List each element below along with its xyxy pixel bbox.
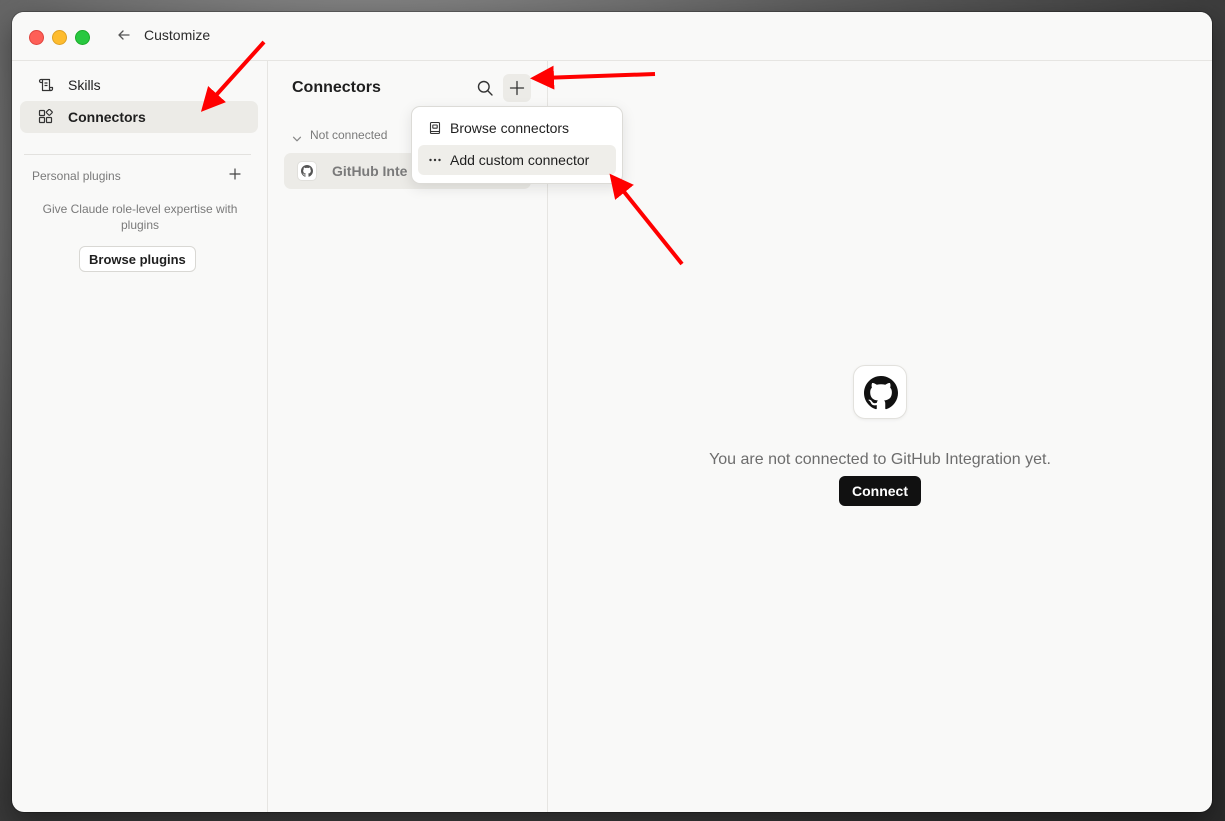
app-window: Customize Skills Connectors Personal plu… <box>12 12 1212 812</box>
sidebar-item-skills[interactable]: Skills <box>20 69 258 101</box>
section-label: Not connected <box>310 128 388 142</box>
github-logo-tile <box>853 365 907 419</box>
github-icon <box>297 161 317 181</box>
minimize-window-button[interactable] <box>52 30 67 45</box>
zoom-window-button[interactable] <box>75 30 90 45</box>
sidebar: Skills Connectors Personal plugins Give … <box>12 61 268 812</box>
connector-name: GitHub Inte <box>332 163 408 179</box>
plus-icon <box>509 80 525 96</box>
add-plugin-plus-icon[interactable] <box>228 167 242 181</box>
personal-plugins-header: Personal plugins <box>32 169 121 183</box>
add-connector-button[interactable] <box>503 74 531 102</box>
more-dots-icon <box>428 153 442 167</box>
title-bar: Customize <box>12 12 1212 61</box>
chevron-down-icon <box>292 131 302 142</box>
sidebar-item-label: Connectors <box>68 109 146 125</box>
github-icon <box>864 376 898 410</box>
connector-detail-panel: You are not connected to GitHub Integrat… <box>548 61 1212 812</box>
skills-scroll-icon <box>38 77 54 93</box>
book-icon <box>428 121 442 135</box>
window-title: Customize <box>144 27 211 43</box>
connect-button[interactable]: Connect <box>839 476 921 506</box>
close-window-button[interactable] <box>29 30 44 45</box>
connectors-blocks-icon <box>38 108 54 125</box>
back-arrow-icon[interactable] <box>115 26 133 44</box>
sidebar-divider <box>24 154 251 155</box>
plugins-description: Give Claude role-level expertise with pl… <box>42 202 238 232</box>
not-connected-message: You are not connected to GitHub Integrat… <box>709 451 1051 468</box>
search-icon[interactable] <box>476 79 494 97</box>
sidebar-item-label: Skills <box>68 77 101 93</box>
sidebar-item-connectors[interactable]: Connectors <box>20 101 258 133</box>
connectors-title: Connectors <box>292 79 381 96</box>
browse-plugins-button[interactable]: Browse plugins <box>79 246 196 272</box>
